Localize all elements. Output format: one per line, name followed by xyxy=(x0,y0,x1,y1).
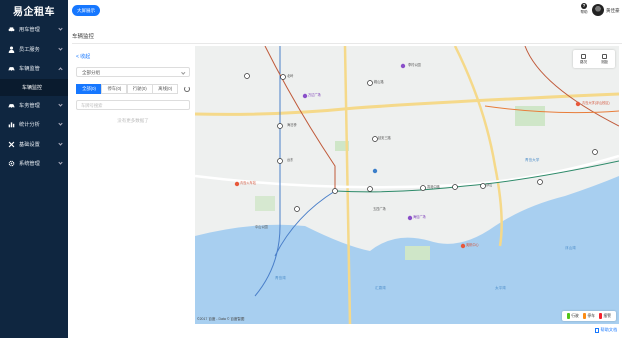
tool-label: 测距 xyxy=(601,59,608,64)
map-label: 鞍山路 xyxy=(374,80,384,84)
map-label: 汇泉湾 xyxy=(375,286,386,290)
tab-all[interactable]: 全部(0) xyxy=(76,84,102,94)
map-label: 中山公园 xyxy=(255,225,268,229)
sidebar-item-system[interactable]: 系统管理 xyxy=(0,154,68,174)
legend-item-driving: 行驶 xyxy=(566,313,579,319)
chevron-up-icon xyxy=(58,67,63,72)
map-label: 李村公园 xyxy=(408,63,421,67)
group-select[interactable]: 全部分组 xyxy=(76,67,190,77)
sidebar-item-label: 用车管理 xyxy=(19,27,40,34)
sidebar-item-label: 员工服务 xyxy=(19,46,40,53)
user-icon xyxy=(8,46,15,53)
username[interactable]: 黄佳豪 xyxy=(606,8,620,14)
map-label: 青岛大学(浮山校区) xyxy=(582,101,610,105)
legend-label: 报警 xyxy=(603,313,611,318)
sidebar-item-vehicle-supervision[interactable]: 车辆监管 xyxy=(0,59,68,79)
sidebar-item-label: 车务管理 xyxy=(19,102,40,109)
legend-item-alarm: 报警 xyxy=(598,313,611,319)
document-icon xyxy=(595,327,599,333)
sidebar: 易企租车 用车管理 员工服务 车辆监管 车辆监控 车务管理 统计分析 基础设置 … xyxy=(0,0,68,338)
collapse-button[interactable]: < 收起 xyxy=(76,53,90,60)
status-tabs: 全部(0) 停车(0) 行驶(0) 离线(0) xyxy=(76,84,179,94)
sidebar-subitem-label: 车辆监控 xyxy=(22,84,43,91)
app-root: 易企租车 用车管理 员工服务 车辆监管 车辆监控 车务管理 统计分析 基础设置 … xyxy=(0,0,622,338)
car-orange-icon xyxy=(582,313,587,319)
map-label: 青岛湾 xyxy=(275,276,286,280)
vehicle-icon xyxy=(8,67,15,72)
plate-search-input[interactable]: 车牌号搜索 xyxy=(76,100,190,110)
legend-label: 行驶 xyxy=(571,313,579,318)
map-label: 太平湾 xyxy=(495,286,506,290)
topbar: 大屏展示 ? 帮助 黄佳豪 xyxy=(68,0,622,22)
chevron-down-icon xyxy=(180,69,185,74)
tools-icon xyxy=(8,141,15,148)
map-label: 海泊桥 xyxy=(287,123,297,127)
chevron-down-icon xyxy=(58,140,63,146)
car-service-icon xyxy=(8,103,15,109)
divider xyxy=(72,43,622,44)
chevron-down-icon xyxy=(58,101,63,107)
measure-tool[interactable]: 测距 xyxy=(594,50,615,68)
tab-offline[interactable]: 离线(0) xyxy=(152,84,179,94)
sidebar-item-staff-service[interactable]: 员工服务 xyxy=(0,40,68,60)
map-label: 海信广场 xyxy=(413,215,426,219)
map-label: 五四广场 xyxy=(373,207,386,211)
map-legend: 行驶 停车 报警 xyxy=(561,311,616,321)
map-view[interactable]: 万达广场 李村公园 青岛大学 海信广场 中山公园 奥帆中心 五四广场 台东 延安… xyxy=(195,46,619,324)
car-green-icon xyxy=(566,313,571,319)
sidebar-item-label: 基础设置 xyxy=(19,141,40,148)
map-label: 青岛火车站 xyxy=(240,181,256,185)
page-title: 车辆监控 xyxy=(72,34,95,40)
vehicle-list-panel: < 收起 全部分组 全部(0) 停车(0) 行驶(0) 离线(0) 车牌号搜索 … xyxy=(74,50,192,338)
app-logo: 易企租车 xyxy=(13,6,55,18)
map-label: 万达广场 xyxy=(308,93,321,97)
map-label: 浮山 xyxy=(486,183,493,187)
sidebar-item-car-service[interactable]: 车务管理 xyxy=(0,96,68,116)
traffic-icon xyxy=(581,53,586,59)
main-content: 车辆监控 < 收起 全部分组 全部(0) 停车(0) 行驶(0) 离线(0) 车… xyxy=(68,22,622,338)
legend-item-parked: 停车 xyxy=(582,313,595,319)
legend-label: 停车 xyxy=(587,313,595,318)
chevron-down-icon xyxy=(58,45,63,51)
map-canvas xyxy=(195,46,619,324)
map-label: 青岛大学 xyxy=(525,158,540,162)
map-label: 浮山湾 xyxy=(565,246,576,250)
tab-driving[interactable]: 行驶(0) xyxy=(126,84,153,94)
sidebar-item-statistics[interactable]: 统计分析 xyxy=(0,115,68,135)
help-doc-label: 帮助文档 xyxy=(600,327,618,332)
avatar[interactable] xyxy=(592,4,604,16)
chevron-down-icon xyxy=(58,160,63,165)
tool-label: 路况 xyxy=(580,59,587,64)
gear-icon xyxy=(8,160,15,167)
group-select-value: 全部分组 xyxy=(82,70,100,75)
traffic-tool[interactable]: 路况 xyxy=(573,50,594,68)
tab-parked[interactable]: 停车(0) xyxy=(101,84,128,94)
empty-list-message: 没有更多数据了 xyxy=(117,118,149,123)
sidebar-item-basic-settings[interactable]: 基础设置 xyxy=(0,135,68,155)
sidebar-item-car-usage[interactable]: 用车管理 xyxy=(0,20,68,40)
question-icon: ? xyxy=(581,3,587,9)
map-label: 奥帆中心 xyxy=(466,243,479,247)
refresh-icon[interactable] xyxy=(184,86,190,92)
big-screen-button[interactable]: 大屏展示 xyxy=(72,5,100,16)
ruler-icon xyxy=(602,53,607,59)
sidebar-item-label: 车辆监管 xyxy=(19,66,40,73)
map-label: 香港中路 xyxy=(427,185,440,189)
chart-icon xyxy=(8,122,15,128)
map-label: 台东 xyxy=(287,158,294,162)
sidebar-item-label: 系统管理 xyxy=(19,161,40,168)
help-doc-link[interactable]: 帮助文档 xyxy=(595,327,617,333)
help-label: 帮助 xyxy=(580,10,588,14)
map-label: 北岭 xyxy=(287,74,294,78)
sidebar-subitem-vehicle-monitor[interactable]: 车辆监控 xyxy=(0,78,68,96)
map-toolbar: 路况 测距 xyxy=(573,50,615,68)
sidebar-item-label: 统计分析 xyxy=(19,122,40,129)
chevron-down-icon xyxy=(58,121,63,126)
chevron-down-icon xyxy=(58,26,63,31)
car-red-icon xyxy=(598,313,603,319)
map-copyright: ©2017 百度 - Data © 百度智图 xyxy=(197,317,245,321)
map-label: 延安三路 xyxy=(378,136,391,140)
help-button[interactable]: ? 帮助 xyxy=(579,3,589,15)
car-icon xyxy=(8,27,15,33)
